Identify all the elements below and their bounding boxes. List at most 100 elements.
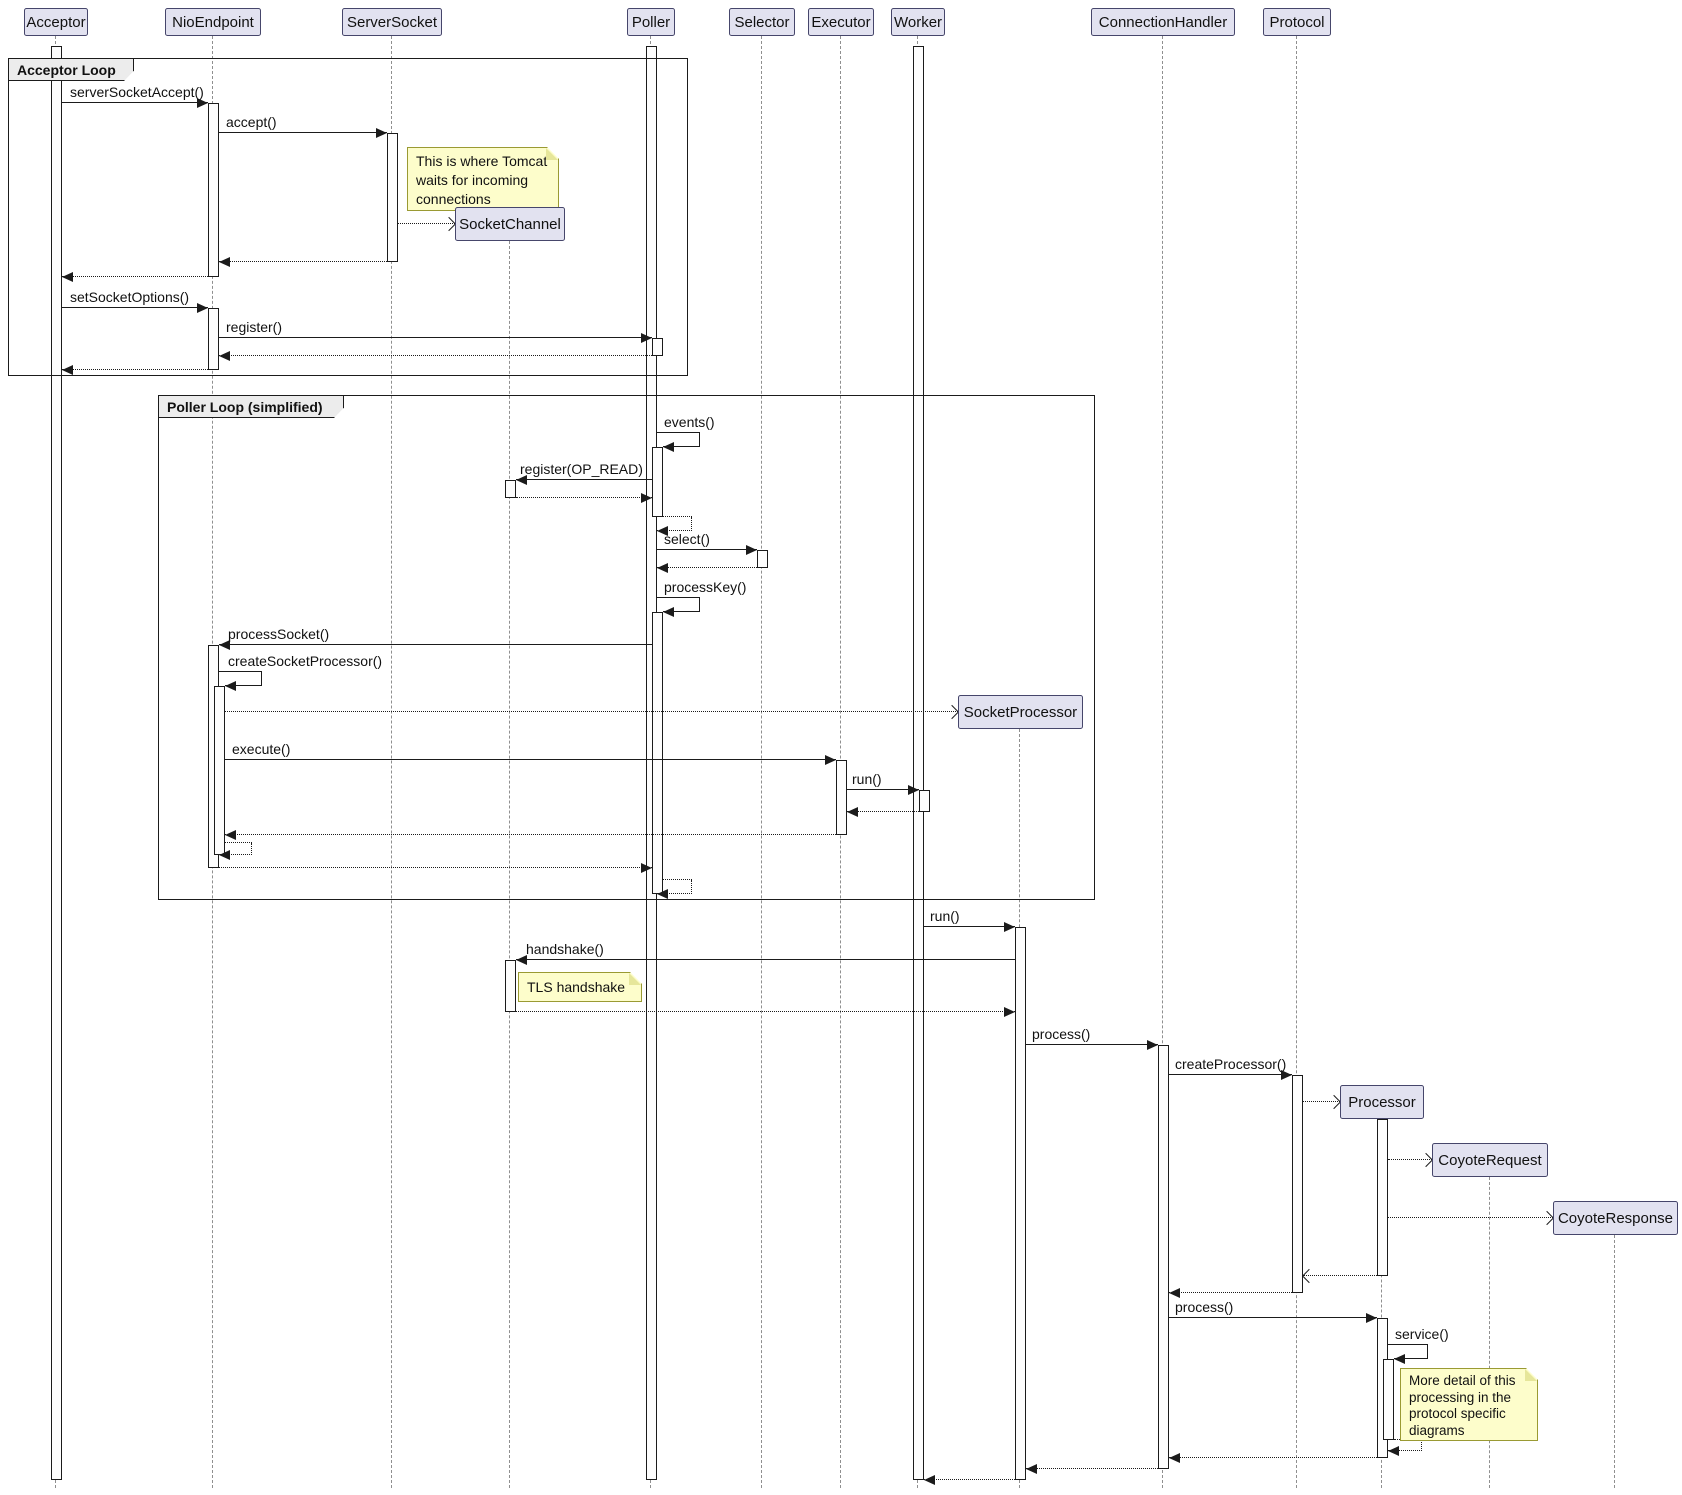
message-createprocessor-line: [1169, 1074, 1292, 1075]
activation-5: [505, 480, 516, 498]
message-processsocket-line: [219, 644, 652, 645]
return-message-line: [62, 276, 208, 277]
return-message-arrowhead: [847, 807, 858, 817]
participant-socketchannel: SocketChannel: [455, 207, 565, 241]
self-return-arrowhead: [657, 889, 668, 899]
message-processsocket-label: processSocket(): [228, 626, 329, 642]
note-tls-handshake-fold: [629, 973, 641, 985]
participant-nioendpoint: NioEndpoint: [165, 8, 261, 36]
create-message-arrowhead: [1540, 1211, 1554, 1225]
frame-acceptor-loop: [8, 58, 688, 376]
participant-coyoterequest: CoyoteRequest: [1432, 1143, 1548, 1177]
return-message-arrowhead: [219, 257, 230, 267]
return-message-arrowhead: [62, 272, 73, 282]
return-message-arrowhead: [1169, 1453, 1180, 1463]
note-more-detail: More detail of this processing in the pr…: [1400, 1368, 1538, 1441]
message-createsocketprocessor-line-out: [219, 671, 263, 672]
lifeline-selector: [761, 36, 762, 1488]
activation-4: [652, 447, 663, 517]
return-message-arrowhead: [641, 493, 652, 503]
return-message-arrowhead: [62, 365, 73, 375]
message-serversocketaccept-line: [62, 102, 208, 103]
message-accept-label: accept(): [226, 114, 277, 130]
activation-11: [919, 790, 930, 812]
activation-9: [214, 686, 225, 855]
message-execute-line: [225, 759, 836, 760]
return-message-arrowhead: [1301, 1269, 1315, 1283]
message-run-label: run(): [930, 908, 960, 924]
message-select-arrowhead: [746, 545, 757, 555]
activation-3: [652, 338, 663, 356]
create-message-arrowhead: [945, 705, 959, 719]
message-events-line-down: [699, 433, 700, 447]
message-events-label: events(): [664, 414, 715, 430]
activation-bar-worker: [913, 46, 924, 1480]
activation-13: [505, 960, 516, 1012]
return-message-line: [219, 355, 652, 356]
note-more-detail-fold: [1525, 1369, 1537, 1381]
return-message-line: [657, 567, 757, 568]
self-return-line-out: [663, 516, 693, 517]
activation-0: [208, 103, 219, 277]
message-register-label: register(): [226, 319, 282, 335]
frame-label-acceptor-loop: Acceptor Loop: [8, 58, 134, 81]
message-setsocketoptions-line: [62, 307, 208, 308]
message-register-op-read-label: register(OP_READ): [520, 461, 643, 477]
message-register-arrowhead: [641, 333, 652, 343]
self-return-line-out: [663, 879, 693, 880]
message-serversocketaccept-label: serverSocketAccept(): [70, 84, 204, 100]
activation-7: [652, 612, 663, 894]
message-process-line: [1026, 1044, 1158, 1045]
create-message-arrowhead: [1419, 1153, 1433, 1167]
message-run-arrowhead: [908, 785, 919, 795]
return-message-line: [516, 497, 652, 498]
message-createsocketprocessor-arrowhead: [225, 681, 236, 691]
return-message-line: [62, 369, 208, 370]
message-handshake-label: handshake(): [526, 941, 604, 957]
create-message-arrowhead: [1327, 1095, 1341, 1109]
activation-16: [1377, 1119, 1388, 1276]
activation-10: [836, 760, 847, 835]
note-tomcat-waits: This is where Tomcat waits for incoming …: [407, 147, 559, 211]
message-run-line: [924, 926, 1015, 927]
participant-worker: Worker: [891, 8, 945, 36]
message-service-label: service(): [1395, 1326, 1449, 1342]
return-message-line: [1169, 1292, 1292, 1293]
message-run-arrowhead: [1004, 922, 1015, 932]
return-message-arrowhead: [1004, 1007, 1015, 1017]
activation-14: [1158, 1045, 1169, 1469]
create-message-line: [225, 711, 959, 712]
return-message-line: [1026, 1468, 1158, 1469]
message-execute-label: execute(): [232, 741, 290, 757]
lifeline-socketchannel: [509, 241, 510, 1488]
participant-coyoteresponse: CoyoteResponse: [1553, 1201, 1678, 1235]
lifeline-coyoterequest: [1489, 1177, 1490, 1488]
message-select-line: [657, 549, 757, 550]
message-service-line-down: [1427, 1345, 1428, 1359]
self-return-arrowhead: [219, 850, 230, 860]
message-processkey-arrowhead: [663, 607, 674, 617]
activation-1: [387, 133, 398, 262]
message-service-line-out: [1388, 1344, 1429, 1345]
message-createsocketprocessor-line-down: [261, 672, 262, 686]
participant-serversocket: ServerSocket: [342, 8, 442, 36]
return-message-line: [516, 1011, 1015, 1012]
message-processkey-line-down: [699, 598, 700, 612]
message-setsocketoptions-arrowhead: [197, 303, 208, 313]
return-message-line: [219, 261, 387, 262]
activation-18: [1383, 1359, 1394, 1440]
return-message-arrowhead: [225, 830, 236, 840]
message-accept-line: [219, 132, 387, 133]
self-return-line-down: [691, 517, 692, 531]
message-createprocessor-label: createProcessor(): [1175, 1056, 1286, 1072]
participant-executor: Executor: [808, 8, 874, 36]
participant-processor: Processor: [1340, 1085, 1424, 1119]
create-message-arrowhead: [442, 217, 456, 231]
activation-12: [1015, 927, 1026, 1480]
activation-15: [1292, 1075, 1303, 1293]
message-events-line-out: [657, 432, 701, 433]
participant-protocol: Protocol: [1263, 8, 1331, 36]
sequence-diagram-canvas: Acceptor LoopPoller Loop (simplified)ser…: [0, 0, 1682, 1495]
self-return-line-down: [251, 843, 252, 855]
message-accept-arrowhead: [376, 128, 387, 138]
